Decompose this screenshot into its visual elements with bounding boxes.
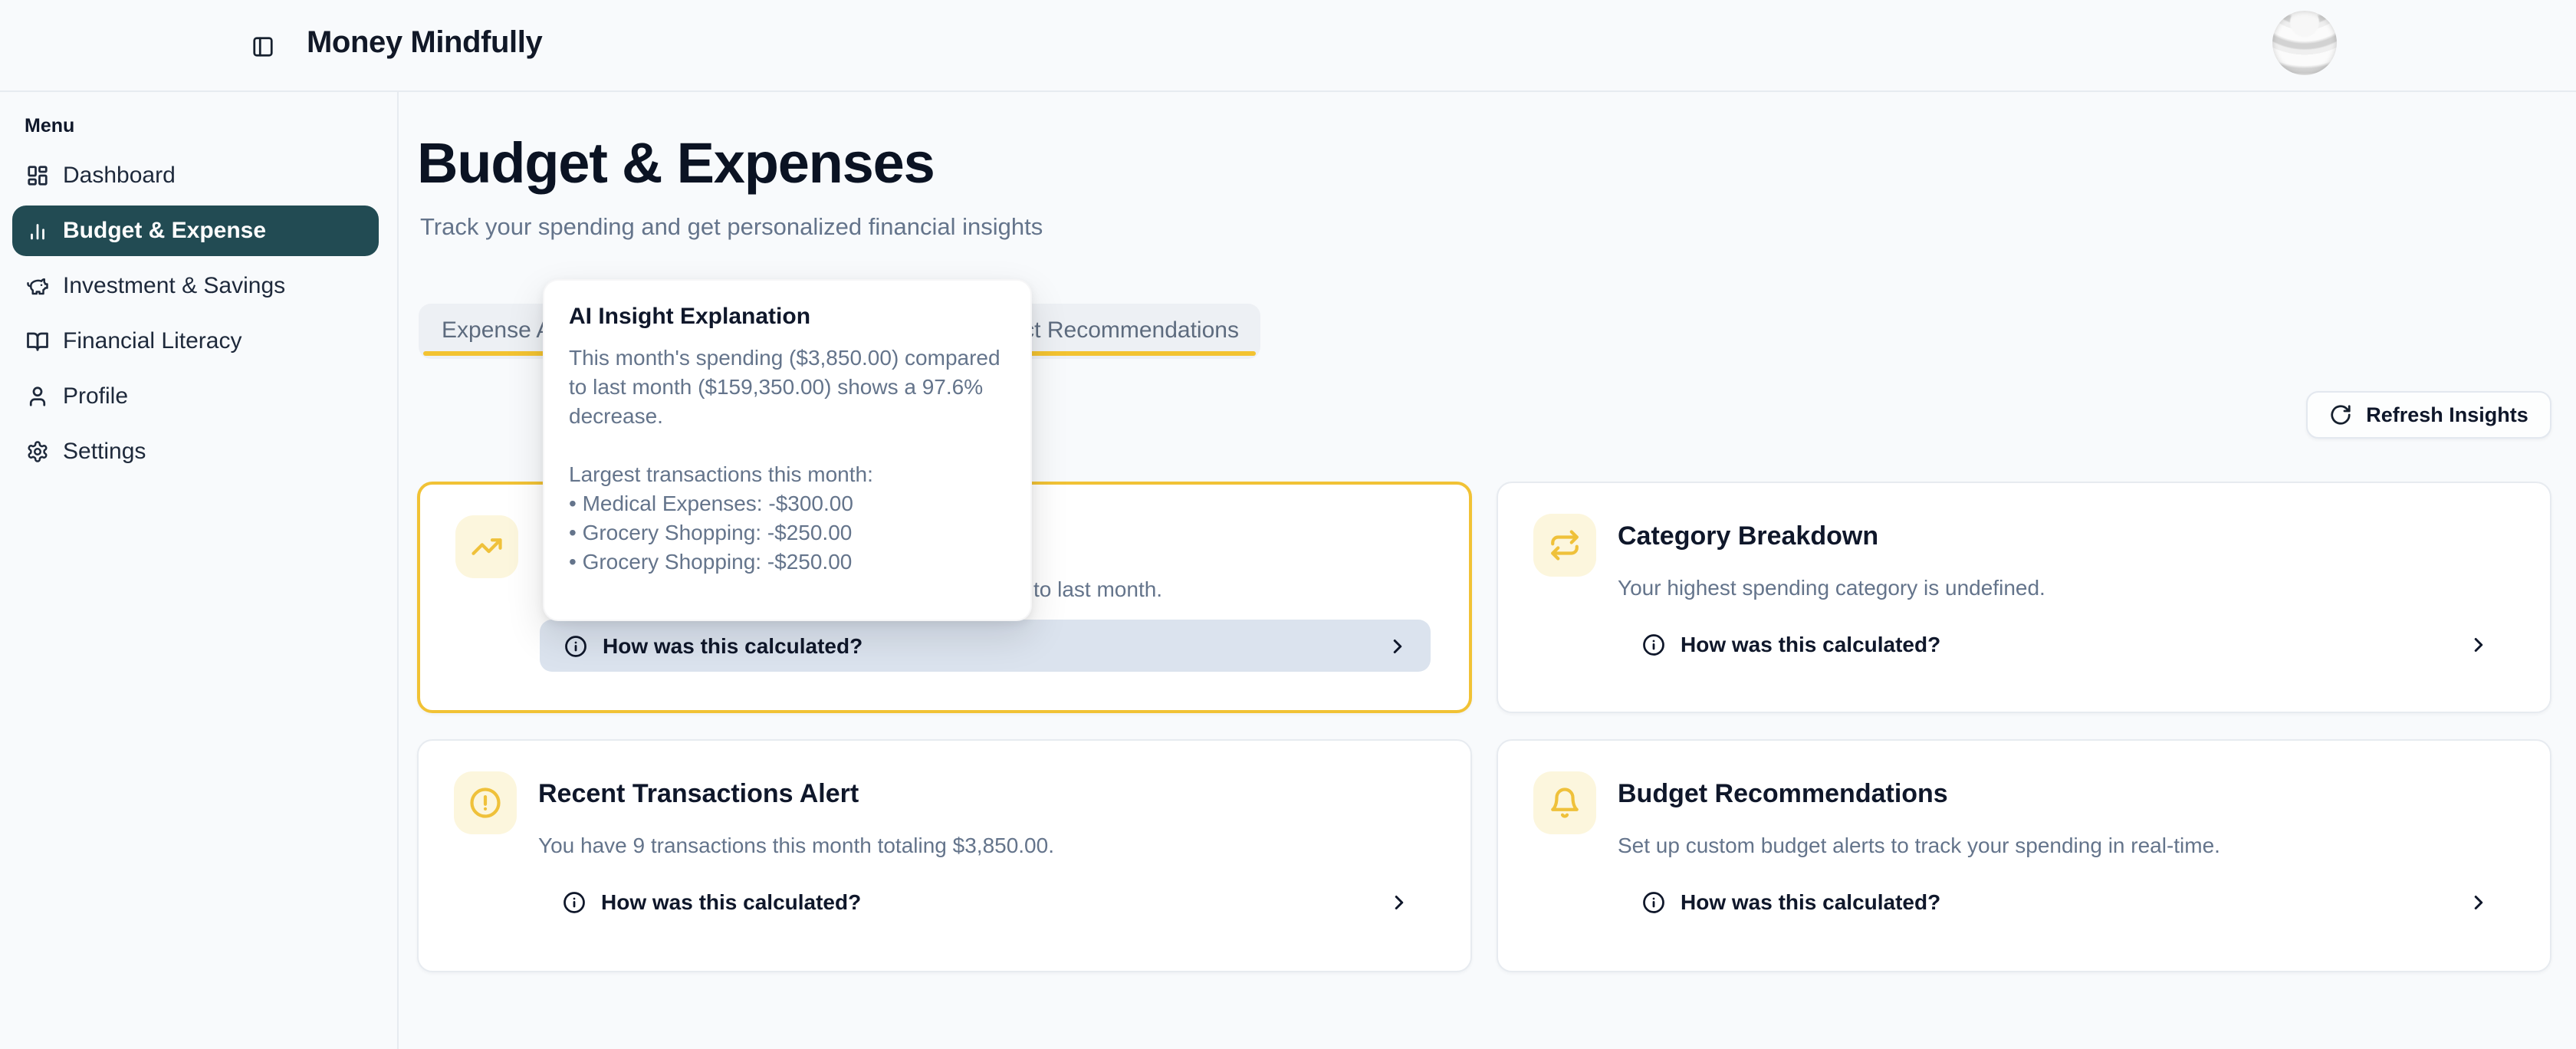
book-open-icon [26, 330, 49, 353]
how-calculated-label: How was this calculated? [603, 633, 863, 658]
chevron-right-icon [2467, 633, 2490, 656]
sidebar-item-label: Financial Literacy [63, 328, 242, 354]
sidebar-nav: Dashboard Budget & Expense Investment & … [12, 150, 379, 482]
ai-insight-popover: AI Insight Explanation This month's spen… [543, 279, 1032, 621]
how-calculated-row[interactable]: How was this calculated? [1618, 618, 2512, 670]
user-icon [26, 385, 49, 408]
panel-left-icon [251, 35, 274, 58]
sidebar-item-dashboard[interactable]: Dashboard [12, 150, 379, 201]
sidebar-item-profile[interactable]: Profile [12, 371, 379, 422]
chevron-right-icon [1388, 890, 1411, 913]
sidebar-item-label: Investment & Savings [63, 273, 285, 299]
popover-bullet: • Medical Expenses: -$300.00 [569, 489, 1006, 518]
refresh-insights-label: Refresh Insights [2366, 403, 2528, 426]
avatar[interactable] [2272, 11, 2337, 75]
sidebar-item-label: Profile [63, 383, 128, 409]
card-title: Recent Transactions Alert [538, 779, 859, 810]
how-calculated-label: How was this calculated? [601, 890, 861, 914]
trending-up-icon [455, 515, 518, 578]
app-title: Money Mindfully [307, 26, 542, 61]
page-title: Budget & Expenses [417, 132, 935, 196]
sidebar-toggle-button[interactable] [244, 28, 281, 64]
card-body: Your highest spending category is undefi… [1618, 575, 2045, 600]
card-budget-recommendations: Budget Recommendations Set up custom bud… [1497, 739, 2551, 972]
alert-circle-icon [454, 771, 517, 834]
app-root: Money Mindfully Menu Dashboard Budget & … [0, 0, 2576, 1049]
info-icon [1642, 633, 1665, 656]
card-recent-transactions: Recent Transactions Alert You have 9 tra… [417, 739, 1472, 972]
sidebar-item-investment-savings[interactable]: Investment & Savings [12, 261, 379, 311]
popover-paragraph: This month's spending ($3,850.00) compar… [569, 344, 1006, 431]
info-icon [563, 890, 586, 913]
card-title: Category Breakdown [1618, 521, 1878, 552]
card-body: You have 9 transactions this month total… [538, 833, 1054, 857]
sidebar-item-label: Budget & Expense [63, 218, 266, 244]
repeat-icon [1533, 514, 1596, 577]
dashboard-grid-icon [26, 164, 49, 187]
card-body: Set up custom budget alerts to track you… [1618, 833, 2220, 857]
popover-bullet: • Grocery Shopping: -$250.00 [569, 518, 1006, 548]
how-calculated-row[interactable]: How was this calculated? [540, 620, 1431, 672]
how-calculated-row[interactable]: How was this calculated? [538, 876, 1432, 928]
sidebar-menu-label: Menu [25, 115, 74, 136]
sidebar: Menu Dashboard Budget & Expense Investme… [0, 92, 399, 1049]
how-calculated-label: How was this calculated? [1681, 890, 1940, 914]
popover-spacer [569, 431, 1006, 460]
refresh-icon [2329, 403, 2352, 426]
page-subtitle: Track your spending and get personalized… [420, 215, 1043, 242]
bell-icon [1533, 771, 1596, 834]
info-icon [1642, 890, 1665, 913]
chevron-right-icon [1386, 634, 1409, 657]
card-body-fragment: to last month. [1033, 577, 1162, 601]
how-calculated-label: How was this calculated? [1681, 632, 1940, 656]
sidebar-item-label: Settings [63, 439, 146, 465]
card-title: Budget Recommendations [1618, 779, 1948, 810]
top-header: Money Mindfully [0, 0, 2576, 92]
sidebar-item-label: Dashboard [63, 163, 176, 189]
popover-title: AI Insight Explanation [569, 304, 1006, 330]
how-calculated-row[interactable]: How was this calculated? [1618, 876, 2512, 928]
popover-bullet: • Grocery Shopping: -$250.00 [569, 548, 1006, 577]
sidebar-item-financial-literacy[interactable]: Financial Literacy [12, 316, 379, 367]
chevron-right-icon [2467, 890, 2490, 913]
gear-icon [26, 440, 49, 463]
sidebar-item-settings[interactable]: Settings [12, 426, 379, 477]
info-icon [564, 634, 587, 657]
popover-list-heading: Largest transactions this month: [569, 460, 1006, 489]
refresh-insights-button[interactable]: Refresh Insights [2306, 391, 2551, 439]
bar-chart-icon [26, 219, 49, 242]
sidebar-item-budget-expense[interactable]: Budget & Expense [12, 206, 379, 256]
card-category-breakdown: Category Breakdown Your highest spending… [1497, 482, 2551, 713]
piggy-bank-icon [26, 275, 49, 298]
